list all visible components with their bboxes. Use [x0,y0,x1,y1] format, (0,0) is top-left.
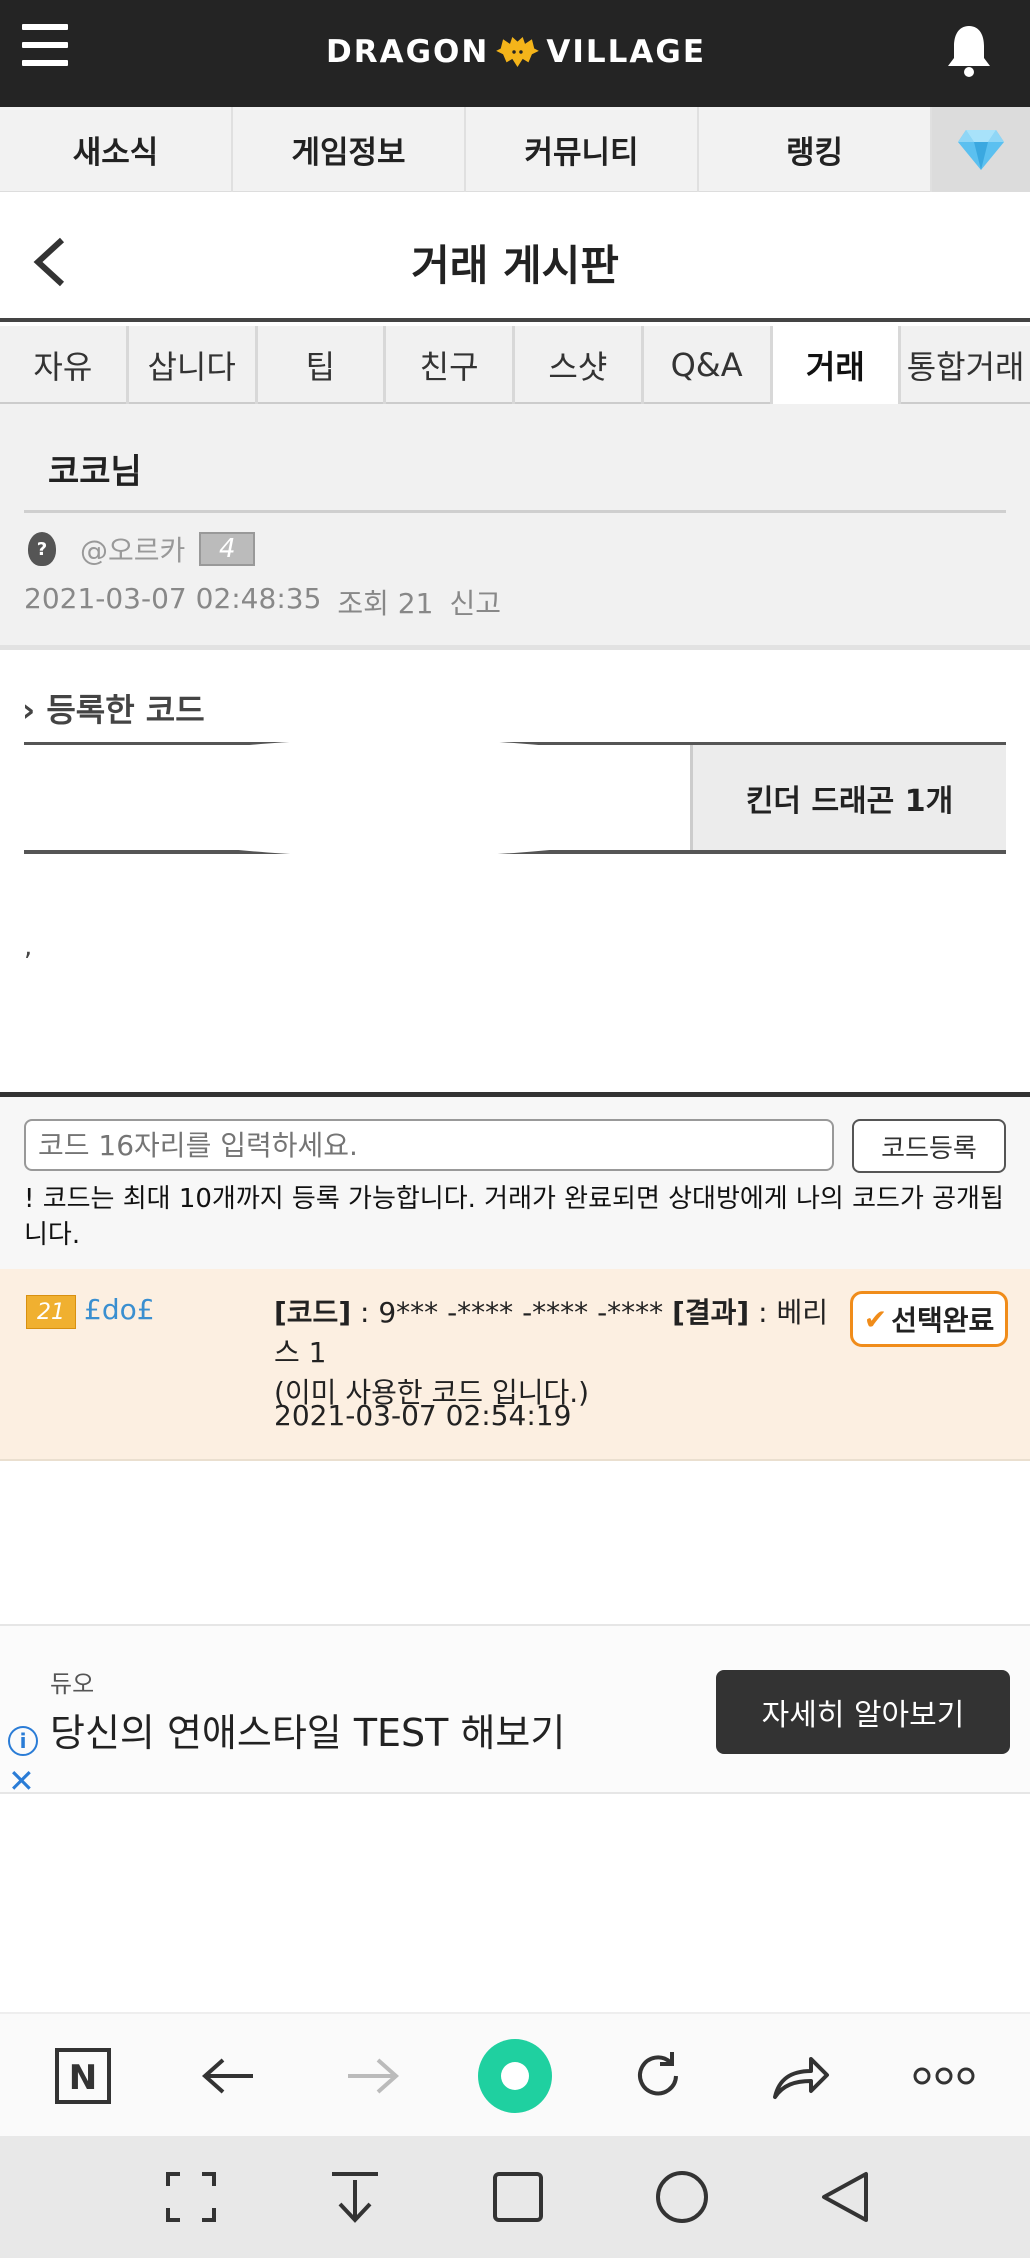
refresh-icon[interactable] [614,2032,702,2120]
nav-item-ranking[interactable]: 랭킹 [699,107,932,192]
tab-buy[interactable]: 삽니다 [129,326,258,404]
author-name[interactable]: @오르카 [80,529,185,569]
green-dot-home-icon[interactable] [471,2032,559,2120]
dragon-village-logo[interactable]: DRAGON VILLAGE [326,22,706,82]
registered-code-box: 킨더 드래곤 1개 [24,739,1006,857]
code-label: [코드] [274,1296,352,1329]
diamond-gem-icon[interactable] [932,107,1030,192]
ad-cta-button[interactable]: 자세히 알아보기 [716,1670,1010,1754]
code-value: : 9*** -**** -**** -**** [351,1296,673,1329]
ad-headline[interactable]: 당신의 연애스타일 TEST 해보기 [50,1702,565,1757]
svg-text:N: N [69,2058,97,2098]
redacted-area [64,739,724,857]
select-complete-label: 선택완료 [891,1304,995,1337]
ad-info-icon[interactable]: i [8,1726,38,1756]
tab-trade[interactable]: 거래 [772,326,902,404]
tab-qna[interactable]: Q&A [644,326,773,404]
category-tabs: 자유 삽니다 팁 친구 스샷 Q&A 거래 통합거래 [0,326,1030,404]
post-datetime: 2021-03-07 02:48:35 [24,582,322,615]
user-level-badge: 21 [26,1295,76,1329]
page-title: 거래 게시판 [411,241,619,290]
ad-brand: 듀오 [50,1670,95,1698]
tab-screenshots[interactable]: 스샷 [515,326,644,404]
ad-banner[interactable]: 듀오 당신의 연애스타일 TEST 해보기 자세히 알아보기 i ✕ [0,1624,1030,1800]
ad-close-icon[interactable]: ✕ [8,1762,35,1800]
divider [24,510,1006,513]
logo-text-left: DRAGON [326,34,490,70]
naver-home-icon[interactable]: N [39,2032,127,2120]
checkmark-icon: ✔ [863,1302,888,1336]
nav-item-game-info[interactable]: 게임정보 [233,107,466,192]
android-nav-bar [0,2136,1030,2258]
post-title: 코코님 [48,452,142,492]
home-circle-icon[interactable] [649,2164,715,2230]
browser-toolbar: N [0,2012,1030,2136]
post-header: 코코님 ? @오르카 4 2021-03-07 02:48:35 조회 21 신… [0,404,1030,650]
share-icon[interactable] [757,2032,845,2120]
post-meta: 2021-03-07 02:48:35 조회 21 신고 [24,582,501,622]
top-header: DRAGON VILLAGE [0,0,1030,107]
report-link[interactable]: 신고 [449,582,501,622]
post-views: 조회 21 [337,587,434,620]
nav-item-news[interactable]: 새소식 [0,107,233,192]
forward-arrow-icon[interactable] [328,2032,416,2120]
registered-code-label: › 등록한 코드 [22,685,205,731]
post-author[interactable]: ? @오르카 4 [28,524,256,574]
offer-row: 21 £do£ [코드] : 9*** -**** -**** -**** [결… [0,1269,1030,1461]
register-code-button[interactable]: 코드등록 [852,1119,1006,1173]
registered-item: 킨더 드래곤 1개 [690,745,1006,850]
offer-datetime: 2021-03-07 02:54:19 [274,1399,572,1432]
code-note: ! 코드는 최대 10개까지 등록 가능합니다. 거래가 완료되면 상대방에게 … [24,1184,1004,1250]
recent-apps-icon[interactable] [485,2164,551,2230]
avatar: ? [28,532,56,566]
registered-code-text: 등록한 코드 [46,691,205,729]
board-header: 거래 게시판 [0,192,1030,322]
hamburger-menu-icon[interactable] [22,24,68,68]
nav-item-community[interactable]: 커뮤니티 [466,107,699,192]
logo-text-right: VILLAGE [546,34,706,70]
offer-user-name[interactable]: £do£ [84,1293,155,1326]
back-arrow-icon[interactable] [185,2032,273,2120]
result-label: [결과] [672,1296,750,1329]
author-level-badge: 4 [199,532,256,566]
code-input[interactable] [24,1119,834,1171]
select-complete-button[interactable]: ✔ 선택완료 [850,1291,1008,1347]
tab-free[interactable]: 자유 [0,326,129,404]
download-icon[interactable] [322,2164,388,2230]
tab-tips[interactable]: 팁 [258,326,387,404]
fullscreen-icon[interactable] [158,2164,224,2230]
tab-integrated-trade[interactable]: 통합거래 [901,326,1030,404]
code-entry-section: 코드등록 ! 코드는 최대 10개까지 등록 가능합니다. 거래가 완료되면 상… [0,1097,1030,1269]
chevron-right-icon: › [22,691,47,729]
notification-bell-icon[interactable] [944,22,994,78]
dragon-emblem-icon [496,37,540,67]
more-options-icon[interactable] [900,2032,988,2120]
post-body-text: , [24,932,33,962]
offer-text: [코드] : 9*** -**** -**** -**** [결과] : 베리스… [274,1293,834,1413]
back-triangle-icon[interactable] [812,2164,878,2230]
main-nav: 새소식 게임정보 커뮤니티 랭킹 [0,107,1030,192]
tab-friends[interactable]: 친구 [386,326,515,404]
